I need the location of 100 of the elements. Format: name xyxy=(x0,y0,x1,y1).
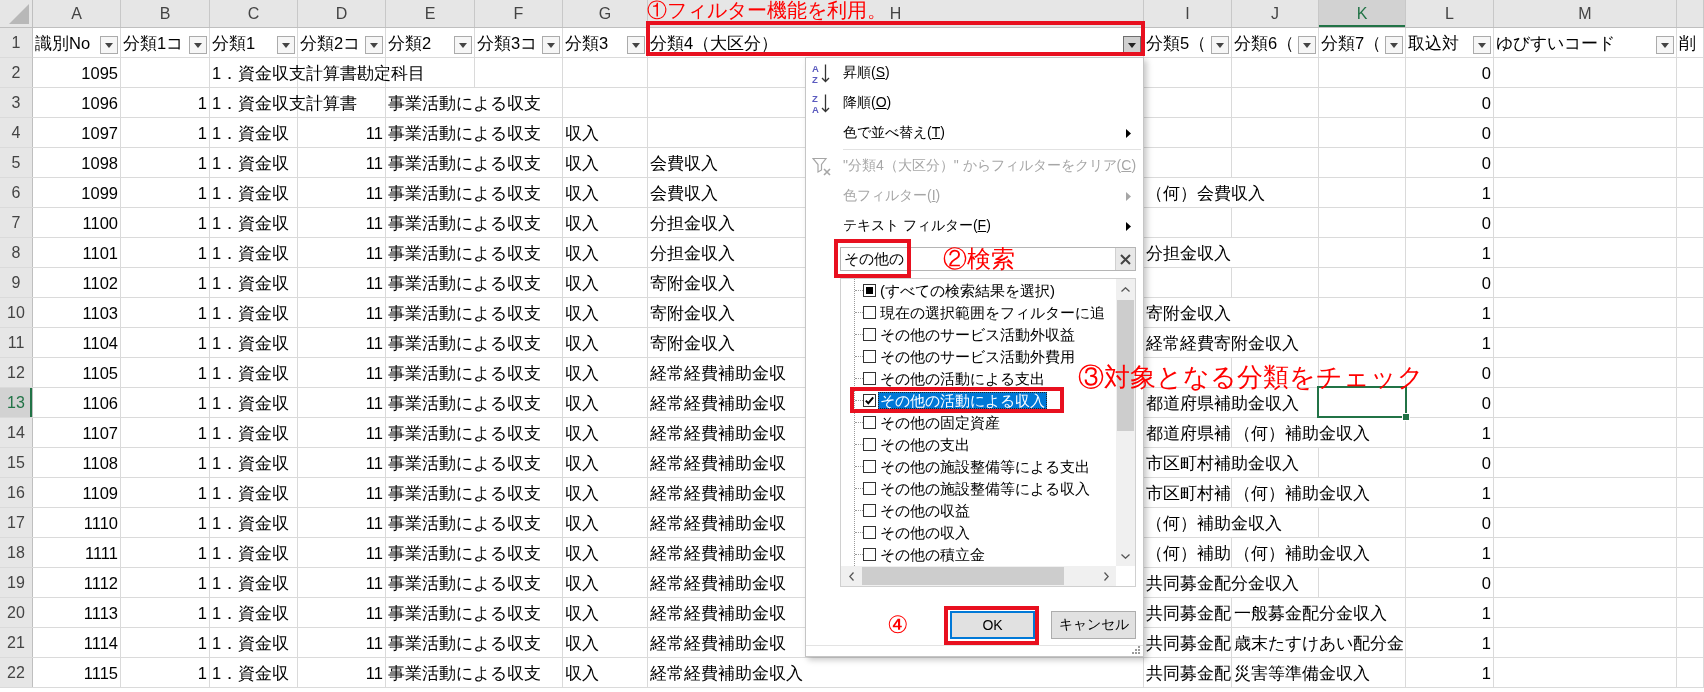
filter-dropdown-button[interactable] xyxy=(1656,36,1674,54)
row-header[interactable]: 13 xyxy=(0,388,33,417)
menu-item[interactable]: 色で並べ替え(T) xyxy=(806,118,1143,148)
list-item[interactable]: その他の支出 xyxy=(878,435,972,453)
list-item[interactable]: その他の施設整備等による支出 xyxy=(878,457,1092,475)
data-value: 収入 xyxy=(565,452,599,473)
list-item[interactable]: その他の施設整備等による収入 xyxy=(878,479,1092,497)
row-header[interactable]: 11 xyxy=(0,328,33,357)
data-value: 経常経費補助金収 xyxy=(650,542,786,563)
row-header[interactable]: 7 xyxy=(0,208,33,237)
row-header[interactable]: 15 xyxy=(0,448,33,477)
checkbox[interactable] xyxy=(863,349,876,363)
checkbox[interactable] xyxy=(863,393,876,407)
menu-item[interactable]: Z A 降順(O) xyxy=(806,88,1143,118)
data-value: 1．資金収 xyxy=(212,452,290,473)
checkbox[interactable] xyxy=(863,503,876,517)
column-header[interactable]: G xyxy=(563,0,648,27)
column-header[interactable]: I xyxy=(1144,0,1232,27)
data-value: 1 xyxy=(1481,242,1491,263)
row-header[interactable]: 22 xyxy=(0,658,33,687)
data-value: 11 xyxy=(365,182,383,203)
data-value: 1 xyxy=(197,362,207,383)
filter-dropdown-button[interactable] xyxy=(1473,36,1491,54)
filter-dropdown-button[interactable] xyxy=(627,36,645,54)
column-header[interactable]: E xyxy=(386,0,475,27)
row-header[interactable]: 2 xyxy=(0,58,33,87)
list-item[interactable]: その他のサービス活動外収益 xyxy=(878,325,1077,343)
filter-dropdown-button[interactable] xyxy=(189,36,207,54)
menu-item[interactable]: テキスト フィルター(F) xyxy=(806,211,1143,241)
row-header[interactable]: 8 xyxy=(0,238,33,267)
scrollbar-thumb[interactable] xyxy=(862,567,1064,585)
column-header[interactable]: K xyxy=(1319,0,1406,27)
row-header[interactable]: 14 xyxy=(0,418,33,447)
checkbox[interactable] xyxy=(863,481,876,495)
checkbox[interactable] xyxy=(863,415,876,429)
column-header[interactable]: L xyxy=(1406,0,1494,27)
chevron-down-icon[interactable] xyxy=(1121,553,1130,559)
list-item[interactable]: その他の収入 xyxy=(878,523,972,541)
checkbox[interactable] xyxy=(863,371,876,385)
row-header[interactable]: 10 xyxy=(0,298,33,327)
filter-dropdown-button[interactable] xyxy=(1211,36,1229,54)
row-header[interactable]: 16 xyxy=(0,478,33,507)
data-value: 1．資金収 xyxy=(212,302,290,323)
row-header[interactable]: 12 xyxy=(0,358,33,387)
list-item[interactable]: その他の固定資産 xyxy=(878,413,1002,431)
chevron-left-icon[interactable] xyxy=(848,571,854,581)
data-value: 0 xyxy=(1481,572,1491,593)
menu-item[interactable]: A Z 昇順(S) xyxy=(806,58,1143,88)
checkbox[interactable] xyxy=(863,525,876,539)
row-header[interactable]: 1 xyxy=(0,28,33,58)
chevron-right-icon[interactable] xyxy=(1103,571,1109,581)
column-header[interactable]: M xyxy=(1494,0,1677,27)
list-item[interactable]: (すべての検索結果を選択) xyxy=(878,281,1057,299)
data-value: 1 xyxy=(1481,542,1491,563)
checkbox[interactable] xyxy=(863,305,876,319)
column-header[interactable]: F xyxy=(475,0,563,27)
row-header[interactable]: 6 xyxy=(0,178,33,207)
row-header[interactable]: 17 xyxy=(0,508,33,537)
list-item[interactable]: その他の活動による収入 xyxy=(878,391,1047,409)
filter-dropdown-button[interactable] xyxy=(542,36,560,54)
row-header[interactable]: 18 xyxy=(0,538,33,567)
filter-dropdown-button[interactable] xyxy=(365,36,383,54)
caret-icon xyxy=(632,42,640,48)
checkbox[interactable] xyxy=(863,283,876,297)
list-item[interactable]: その他の積立金 xyxy=(878,545,987,563)
column-header[interactable]: D xyxy=(298,0,386,27)
data-value: 1 xyxy=(197,242,207,263)
checkbox[interactable] xyxy=(863,459,876,473)
row-header[interactable]: 4 xyxy=(0,118,33,147)
checkbox[interactable] xyxy=(863,437,876,451)
data-value: 1 xyxy=(1481,422,1491,443)
filter-clear-icon xyxy=(812,156,831,176)
chevron-up-icon[interactable] xyxy=(1121,286,1130,292)
dialog-button[interactable]: キャンセル xyxy=(1051,611,1136,639)
list-item[interactable]: 現在の選択範囲をフィルターに追 xyxy=(878,303,1107,321)
list-item[interactable]: その他のサービス活動外費用 xyxy=(878,347,1077,365)
checkbox[interactable] xyxy=(863,327,876,341)
row-header[interactable]: 5 xyxy=(0,148,33,177)
row-header[interactable]: 3 xyxy=(0,88,33,117)
clear-search-button[interactable] xyxy=(1115,248,1135,270)
list-item[interactable]: その他の収益 xyxy=(878,501,972,519)
filter-dropdown-button[interactable] xyxy=(1385,36,1403,54)
filter-dropdown-button[interactable] xyxy=(1298,36,1316,54)
column-header[interactable]: B xyxy=(121,0,210,27)
row-header[interactable]: 20 xyxy=(0,598,33,627)
data-value: 1 xyxy=(1481,482,1491,503)
filter-dropdown-button[interactable] xyxy=(454,36,472,54)
fill-handle[interactable] xyxy=(1402,413,1410,421)
dialog-button[interactable]: OK xyxy=(950,611,1035,639)
column-header[interactable]: A xyxy=(33,0,121,27)
filter-dropdown-button[interactable] xyxy=(100,36,118,54)
row-header[interactable]: 9 xyxy=(0,268,33,297)
column-header[interactable]: C xyxy=(210,0,298,27)
horizontal-scrollbar[interactable] xyxy=(841,566,1116,586)
row-header[interactable]: 19 xyxy=(0,568,33,597)
checkbox[interactable] xyxy=(863,547,876,561)
list-item[interactable]: その他の活動による支出 xyxy=(878,369,1047,387)
resize-grip-icon[interactable] xyxy=(1132,646,1140,654)
filter-dropdown-button[interactable] xyxy=(277,36,295,54)
row-header[interactable]: 21 xyxy=(0,628,33,657)
